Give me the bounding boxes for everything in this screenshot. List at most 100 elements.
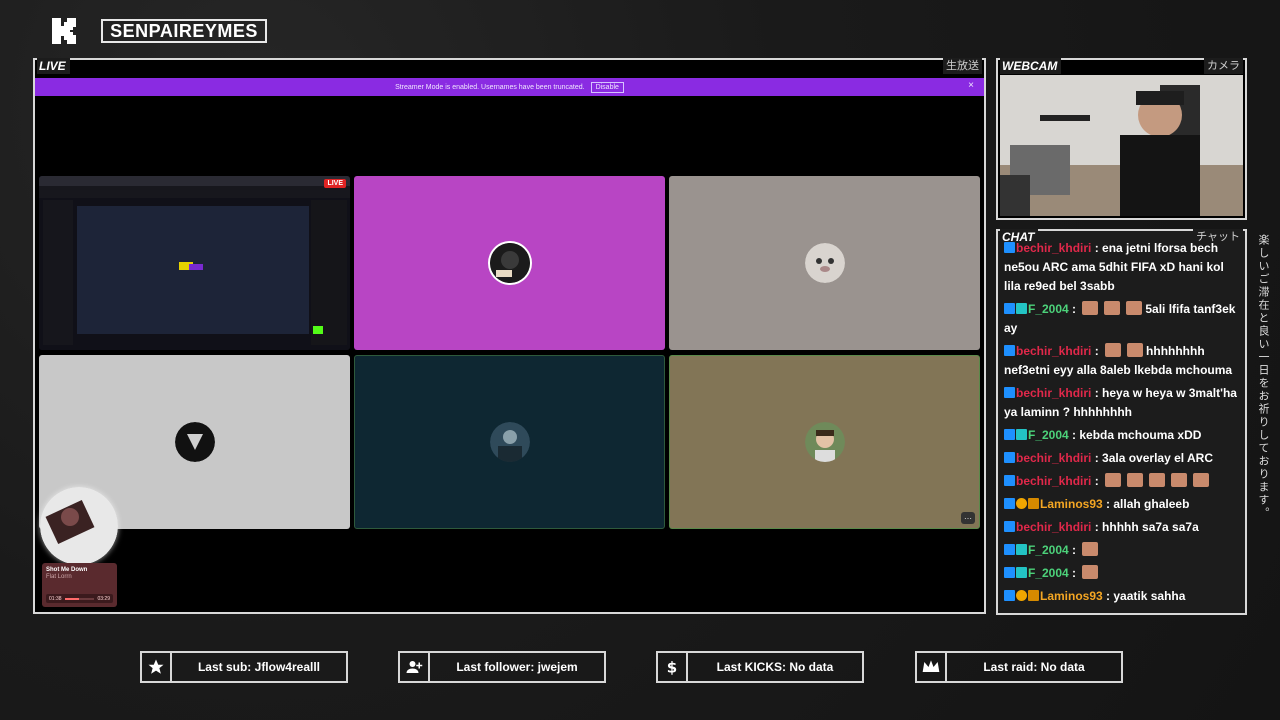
blue-badge-icon	[1004, 345, 1015, 356]
chat-message: bechir_khdiri :	[1000, 470, 1243, 493]
blue-badge-icon	[1004, 242, 1015, 253]
chat-username[interactable]: bechir_khdiri	[1016, 386, 1091, 400]
chat-username[interactable]: F_2004	[1028, 543, 1069, 557]
emote-icon	[1149, 473, 1166, 487]
gold-badge-icon	[1016, 590, 1027, 601]
close-icon[interactable]: ×	[968, 80, 974, 91]
side-jp-text: 楽しいご滞在と良い一日をお祈りしております。	[1257, 234, 1270, 520]
blue-badge-icon	[1004, 498, 1015, 509]
chat-message: bechir_khdiri : hhhhh sa7a sa7a	[1000, 516, 1243, 539]
last-sub-text: Last sub: Jflow4realll	[197, 660, 321, 674]
last-kicks-text: Last KICKS: No data	[716, 660, 834, 674]
live-label: LIVE	[37, 58, 70, 74]
participant-tile[interactable]	[354, 355, 665, 529]
chat-separator: :	[1091, 386, 1103, 400]
last-raid-box: Last raid: No data	[915, 651, 1123, 683]
chat-panel: CHAT チャット bechir_khdiri : ena jetni lfor…	[996, 229, 1247, 615]
streamer-mode-banner: Streamer Mode is enabled. Usernames have…	[35, 78, 984, 96]
blue-badge-icon	[1004, 567, 1015, 578]
crown-badge-icon	[1028, 590, 1039, 601]
avatar	[489, 422, 530, 462]
chat-message: bechir_khdiri : 3ala overlay el ARC	[1000, 447, 1243, 470]
chat-username[interactable]: bechir_khdiri	[1016, 474, 1091, 488]
chat-username[interactable]: bechir_khdiri	[1016, 520, 1091, 534]
chat-username[interactable]: F_2004	[1028, 566, 1069, 580]
chat-separator: :	[1068, 428, 1080, 442]
participant-tile[interactable]	[354, 176, 665, 350]
emote-icon	[1104, 301, 1121, 315]
emote-icon	[1082, 301, 1099, 315]
disable-button[interactable]: Disable	[590, 81, 624, 93]
avatar	[804, 422, 845, 462]
live-jp-label: 生放送	[943, 58, 982, 74]
chat-message: bechir_khdiri : heya w heya w 3malt'ha y…	[1000, 382, 1243, 424]
chat-separator: :	[1091, 474, 1103, 488]
webcam-label: WEBCAM	[1000, 58, 1062, 74]
last-raid-text: Last raid: No data	[983, 660, 1085, 674]
chat-username[interactable]: F_2004	[1028, 428, 1069, 442]
chat-message: Laminos93 : yaatik sahha	[1000, 585, 1243, 608]
avatar	[174, 422, 215, 462]
emote-icon	[1082, 565, 1099, 579]
emote-icon	[1127, 473, 1144, 487]
last-follower-box: Last follower: jwejem	[398, 651, 606, 683]
emote-icon	[1171, 473, 1188, 487]
chat-separator: :	[1091, 451, 1103, 465]
chat-text: 3ala overlay el ARC	[1102, 451, 1213, 465]
channel-name: SENPAIREYMES	[101, 19, 267, 43]
chat-username[interactable]: bechir_khdiri	[1016, 241, 1091, 255]
webcam-jp-label: カメラ	[1204, 58, 1243, 74]
chat-message: Laminos93 : allah ghaleeb	[1000, 493, 1243, 516]
chat-message: bechir_khdiri : ena jetni lforsa bech ne…	[1000, 237, 1243, 298]
participant-tile[interactable]	[669, 176, 980, 350]
now-playing-card: Shot Me Down Flat Lorrn 01:38 03:29	[42, 563, 117, 607]
chat-separator: :	[1068, 566, 1080, 580]
chat-separator: :	[1102, 589, 1114, 603]
chat-message: F_2004 : kebda mchouma xDD	[1000, 424, 1243, 447]
chat-separator: :	[1068, 302, 1080, 316]
chat-text: allah ghaleeb	[1113, 497, 1190, 511]
more-icon[interactable]: ⋯	[961, 512, 975, 524]
song-progress: 01:38 03:29	[46, 594, 113, 603]
song-artist: Flat Lorrn	[46, 574, 72, 580]
chat-username[interactable]: Laminos93	[1040, 589, 1103, 603]
live-panel: LIVE 生放送 Streamer Mode is enabled. Usern…	[33, 58, 986, 614]
chat-separator: :	[1091, 344, 1103, 358]
progress-track	[64, 597, 95, 600]
chat-text: kebda mchouma xDD	[1079, 428, 1202, 442]
cyan-badge-icon	[1016, 544, 1027, 555]
chat-username[interactable]: bechir_khdiri	[1016, 451, 1091, 465]
blue-badge-icon	[1004, 429, 1015, 440]
screen-share-tile[interactable]: LIVE	[39, 176, 350, 350]
emote-icon	[1193, 473, 1210, 487]
emote-icon	[1127, 343, 1144, 357]
chat-text: hhhhh sa7a sa7a	[1102, 520, 1199, 534]
dollar-icon: $	[658, 653, 688, 681]
cyan-badge-icon	[1016, 567, 1027, 578]
emote-icon	[1105, 473, 1122, 487]
chat-text: yaatik sahha	[1113, 589, 1186, 603]
banner-text: Streamer Mode is enabled. Usernames have…	[395, 83, 585, 91]
cyan-badge-icon	[1016, 303, 1027, 314]
webcam-panel: WEBCAM カメラ	[996, 58, 1247, 220]
participant-tile[interactable]: ⋯	[669, 355, 980, 529]
chat-username[interactable]: F_2004	[1028, 302, 1069, 316]
avatar	[489, 243, 530, 283]
blue-badge-icon	[1004, 590, 1015, 601]
chat-username[interactable]: bechir_khdiri	[1016, 344, 1091, 358]
chat-separator: :	[1068, 543, 1080, 557]
kick-logo-icon	[52, 18, 76, 44]
svg-text:$: $	[667, 658, 677, 676]
crown-badge-icon	[1028, 498, 1039, 509]
chat-messages: bechir_khdiri : ena jetni lforsa bech ne…	[1000, 237, 1243, 611]
blue-badge-icon	[1004, 452, 1015, 463]
screen-share-preview	[39, 176, 350, 350]
total-time: 03:29	[97, 595, 110, 602]
chat-separator: :	[1102, 497, 1114, 511]
blue-badge-icon	[1004, 544, 1015, 555]
cyan-badge-icon	[1016, 429, 1027, 440]
song-title: Shot Me Down	[46, 567, 88, 573]
chat-username[interactable]: Laminos93	[1040, 497, 1103, 511]
last-follower-text: Last follower: jwejem	[456, 660, 578, 674]
add-user-icon	[400, 653, 430, 681]
